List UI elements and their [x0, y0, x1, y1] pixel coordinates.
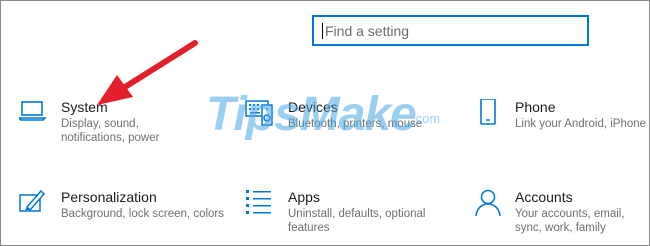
- phone-icon: [480, 99, 496, 125]
- apps-list-icon: [246, 190, 271, 214]
- settings-window: System Display, sound, notifications, po…: [0, 0, 650, 246]
- person-icon: [475, 189, 501, 217]
- tile-description: Display, sound, notifications, power: [61, 118, 160, 144]
- tile-personalization[interactable]: Personalization Background, lock screen,…: [19, 189, 224, 229]
- tile-phone[interactable]: Phone Link your Android, iPhone: [475, 99, 646, 139]
- tile-description: Your accounts, email, sync, work, family: [515, 208, 625, 234]
- search-box[interactable]: [312, 15, 589, 46]
- tile-description: Background, lock screen, colors: [61, 208, 224, 220]
- tile-devices[interactable]: Devices Bluetooth, printers, mouse: [245, 99, 445, 139]
- keyboard-speaker-icon: [245, 100, 273, 126]
- tile-description: Link your Android, iPhone: [515, 118, 647, 130]
- tile-title: Apps: [288, 189, 320, 205]
- tile-title: Devices: [288, 99, 338, 115]
- tile-title: Phone: [515, 99, 556, 115]
- tile-description: Bluetooth, printers, mouse: [288, 118, 423, 130]
- text-cursor: [322, 23, 323, 39]
- tile-title: Personalization: [61, 189, 157, 205]
- search-input[interactable]: [325, 20, 575, 42]
- tile-description: Uninstall, defaults, optional features: [288, 208, 426, 234]
- tile-apps[interactable]: Apps Uninstall, defaults, optional featu…: [245, 189, 445, 237]
- tile-title: Accounts: [515, 189, 573, 205]
- tile-accounts[interactable]: Accounts Your accounts, email, sync, wor…: [475, 189, 645, 237]
- paint-pen-icon: [19, 189, 46, 212]
- red-arrow-annotation: [97, 40, 198, 105]
- laptop-icon: [19, 101, 47, 121]
